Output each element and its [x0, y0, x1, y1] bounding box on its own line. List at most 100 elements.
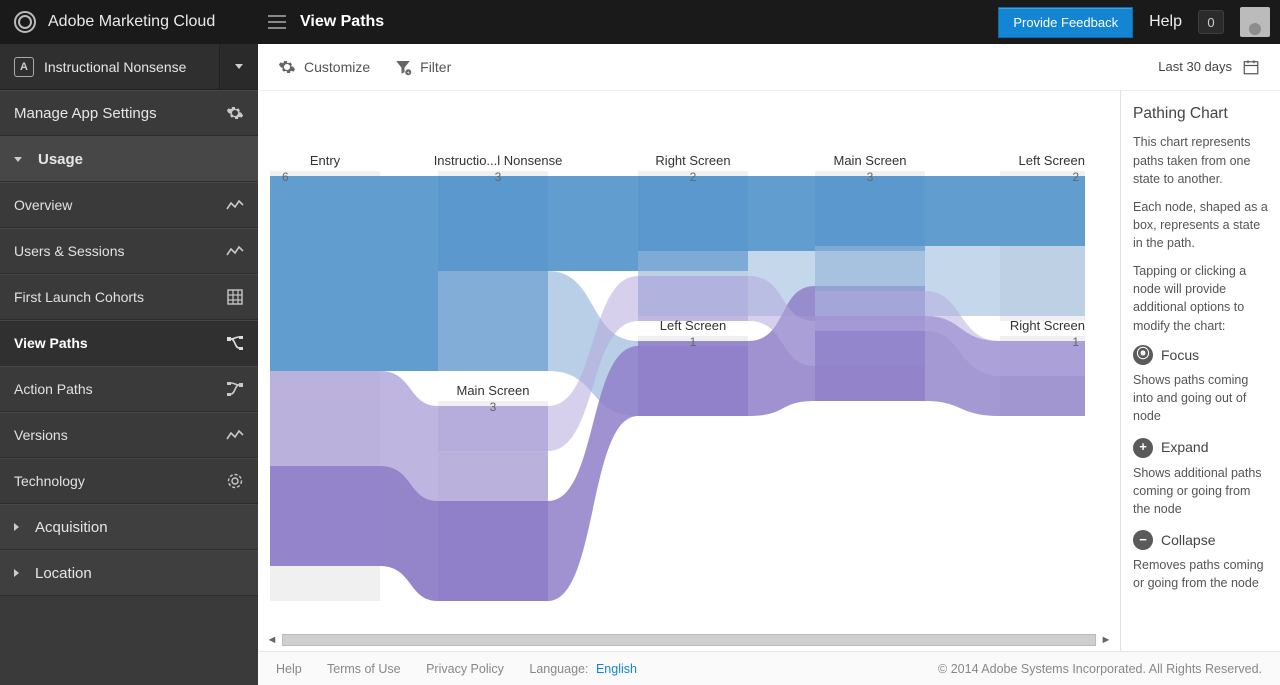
sidebar-section-usage[interactable]: Usage [0, 136, 258, 182]
app-selector-main[interactable]: A Instructional Nonsense [0, 44, 220, 89]
sidebar-item-users-sessions[interactable]: Users & Sessions [0, 228, 258, 274]
calendar-icon [1242, 58, 1260, 76]
footer-copyright: © 2014 Adobe Systems Incorporated. All R… [938, 662, 1262, 676]
node-label: Main Screen [815, 153, 925, 168]
info-action-label: Expand [1161, 437, 1208, 457]
date-range-picker[interactable]: Last 30 days [1158, 58, 1260, 76]
scroll-right-icon[interactable]: ► [1100, 634, 1112, 646]
node-count: 1 [1000, 335, 1085, 349]
footer-language-label: Language: [529, 662, 588, 676]
filter-button[interactable]: + Filter [394, 58, 451, 76]
top-actions: Provide Feedback Help 0 [998, 7, 1280, 38]
node-instructional-nonsense[interactable]: Instructio...l Nonsense 3 [433, 153, 563, 184]
node-count: 1 [638, 335, 748, 349]
node-count: 2 [1000, 170, 1085, 184]
svg-text:+: + [407, 70, 410, 76]
info-panel: Pathing Chart This chart represents path… [1120, 91, 1280, 651]
node-label: Main Screen [438, 383, 548, 398]
minus-icon: − [1133, 530, 1153, 550]
info-text: This chart represents paths taken from o… [1133, 133, 1268, 187]
plus-icon: + [1133, 438, 1153, 458]
sidebar-manage-app-settings[interactable]: Manage App Settings [0, 90, 258, 136]
nav-toggle-icon[interactable] [268, 15, 286, 29]
sankey-flow: Entry 6 Instructio...l Nonsense 3 Main S… [258, 91, 1120, 651]
sidebar-item-label: Technology [14, 473, 85, 489]
user-avatar-icon[interactable] [1240, 7, 1270, 37]
footer-help-link[interactable]: Help [276, 662, 302, 676]
node-count: 2 [638, 170, 748, 184]
node-label: Left Screen [638, 318, 748, 333]
app-selector[interactable]: A Instructional Nonsense [0, 44, 258, 90]
spark-icon [226, 196, 244, 214]
scroll-left-icon[interactable]: ◄ [266, 634, 278, 646]
info-action-desc: Removes paths coming or going from the n… [1133, 556, 1268, 592]
sidebar-section-label: Usage [38, 151, 83, 168]
scroll-track[interactable] [282, 634, 1096, 646]
info-collapse: − Collapse [1133, 530, 1268, 550]
node-entry[interactable]: Entry 6 [270, 153, 380, 184]
content-area: Entry 6 Instructio...l Nonsense 3 Main S… [258, 90, 1280, 651]
chevron-right-icon [14, 523, 19, 531]
info-title: Pathing Chart [1133, 103, 1268, 125]
node-left-screen-a[interactable]: Left Screen 1 [638, 318, 748, 349]
info-action-label: Focus [1161, 345, 1199, 365]
node-count: 6 [270, 170, 380, 184]
sidebar-section-label: Acquisition [35, 519, 108, 536]
customize-button[interactable]: Customize [278, 58, 370, 76]
sidebar-item-first-launch-cohorts[interactable]: First Launch Cohorts [0, 274, 258, 320]
info-text: Each node, shaped as a box, represents a… [1133, 198, 1268, 252]
page-title: View Paths [300, 13, 384, 31]
node-label: Instructio...l Nonsense [433, 153, 563, 168]
info-expand: + Expand [1133, 437, 1268, 457]
toolbar-left: Customize + Filter [278, 58, 451, 76]
sidebar-item-technology[interactable]: Technology [0, 458, 258, 504]
chart-horizontal-scrollbar[interactable]: ◄ ► [266, 633, 1112, 647]
node-label: Left Screen [1000, 153, 1085, 168]
sidebar-item-label: Manage App Settings [14, 105, 157, 122]
scroll-thumb[interactable] [282, 634, 1096, 646]
sidebar-item-label: Versions [14, 427, 68, 443]
app-selector-name: Instructional Nonsense [44, 59, 186, 75]
footer-language-value[interactable]: English [596, 662, 637, 676]
info-focus: ⦿ Focus [1133, 345, 1268, 365]
sidebar-section-location[interactable]: Location [0, 550, 258, 596]
help-link[interactable]: Help [1149, 13, 1182, 31]
sidebar-item-label: Users & Sessions [14, 243, 124, 259]
node-label: Right Screen [1000, 318, 1085, 333]
node-label: Right Screen [638, 153, 748, 168]
chevron-down-icon [235, 64, 243, 69]
footer: Help Terms of Use Privacy Policy Languag… [258, 651, 1280, 685]
sidebar-section-label: Location [35, 565, 92, 582]
info-action-desc: Shows additional paths coming or going f… [1133, 464, 1268, 518]
node-left-screen-b[interactable]: Left Screen 2 [1000, 153, 1085, 184]
footer-privacy-link[interactable]: Privacy Policy [426, 662, 504, 676]
notification-count[interactable]: 0 [1198, 10, 1224, 34]
sidebar-item-label: Overview [14, 197, 72, 213]
main-panel: Customize + Filter Last 30 days [258, 44, 1280, 685]
app-selector-icon: A [14, 57, 34, 77]
title-bar: View Paths [258, 13, 998, 31]
cohort-icon [226, 288, 244, 306]
node-main-screen-b[interactable]: Main Screen 3 [815, 153, 925, 184]
node-main-screen-a[interactable]: Main Screen 3 [438, 383, 548, 414]
node-label: Entry [270, 153, 380, 168]
provide-feedback-button[interactable]: Provide Feedback [998, 7, 1133, 38]
gear-icon [226, 104, 244, 122]
footer-terms-link[interactable]: Terms of Use [327, 662, 401, 676]
toolbar: Customize + Filter Last 30 days [258, 44, 1280, 90]
chevron-right-icon [14, 569, 19, 577]
customize-label: Customize [304, 59, 370, 75]
node-right-screen-a[interactable]: Right Screen 2 [638, 153, 748, 184]
node-count: 3 [815, 170, 925, 184]
node-count: 3 [438, 400, 548, 414]
app-selector-caret[interactable] [220, 44, 258, 89]
sidebar-item-action-paths[interactable]: Action Paths [0, 366, 258, 412]
node-right-screen-b[interactable]: Right Screen 1 [1000, 318, 1085, 349]
pathing-chart[interactable]: Entry 6 Instructio...l Nonsense 3 Main S… [258, 91, 1120, 651]
sidebar-item-versions[interactable]: Versions [0, 412, 258, 458]
sidebar-item-view-paths[interactable]: View Paths [0, 320, 258, 366]
sidebar-item-overview[interactable]: Overview [0, 182, 258, 228]
chevron-down-icon [14, 157, 22, 162]
brand-title: Adobe Marketing Cloud [48, 13, 215, 31]
sidebar-section-acquisition[interactable]: Acquisition [0, 504, 258, 550]
